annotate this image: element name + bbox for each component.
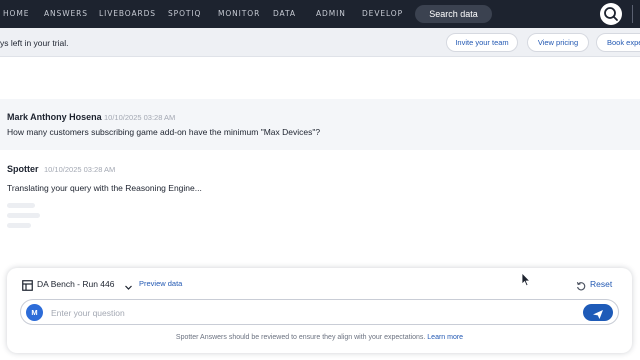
disclaimer: Spotter Answers should be reviewed to en… [7,334,632,341]
nav-monitor[interactable]: MONITOR [218,9,260,18]
message-status-text: Translating your query with the Reasonin… [7,183,202,193]
send-icon [592,307,604,325]
question-input[interactable]: Enter your question [51,308,125,318]
nav-develop[interactable]: DEVELOP [362,9,403,18]
message-author: Mark Anthony Hosena [7,112,102,122]
view-pricing-button[interactable]: View pricing [527,33,589,52]
nav-data[interactable]: DATA [273,9,296,18]
nav-admin[interactable]: ADMIN [316,9,346,18]
book-expert-button[interactable]: Book expe [596,33,640,52]
chevron-down-icon[interactable] [124,279,133,297]
nav-answers[interactable]: ANSWERS [44,9,88,18]
reset-button[interactable]: Reset [590,279,612,289]
question-composer: DA Bench - Run 446 Preview data Reset M … [7,268,632,353]
message-text: How many customers subscribing game add-… [7,127,321,137]
loading-skeleton [7,213,40,218]
user-message: Mark Anthony Hosena 10/10/2025 03:28 AM … [0,99,640,150]
table-icon [22,278,33,296]
message-timestamp: 10/10/2025 03:28 AM [44,165,116,174]
search-data-button[interactable]: Search data [415,5,492,23]
disclaimer-text: Spotter Answers should be reviewed to en… [175,334,426,341]
loading-skeleton [7,203,35,208]
invite-team-button[interactable]: Invite your team [446,33,518,52]
nav-liveboards[interactable]: LIVEBOARDS [99,9,156,18]
preview-data-link[interactable]: Preview data [139,279,182,288]
nav-divider [632,5,633,23]
send-button[interactable] [583,304,613,321]
top-navigation-bar: HOME ANSWERS LIVEBOARDS SPOTIQ MONITOR D… [0,0,640,28]
message-author: Spotter [7,164,39,174]
nav-home[interactable]: HOME [3,9,29,18]
nav-spotiq[interactable]: SPOTIQ [168,9,201,18]
search-icon[interactable] [600,3,622,25]
question-input-box[interactable]: M Enter your question [20,299,619,325]
trial-banner: ys left in your trial. Invite your team … [0,28,640,57]
loading-skeleton [7,223,31,228]
avatar: M [26,304,43,321]
learn-more-link[interactable]: Learn more [427,334,463,341]
datasource-selector[interactable]: DA Bench - Run 446 [37,279,115,289]
message-timestamp: 10/10/2025 03:28 AM [104,113,176,122]
trial-days-left-text: ys left in your trial. [0,38,69,48]
reset-icon[interactable] [576,278,586,296]
mouse-cursor-icon [521,272,531,292]
